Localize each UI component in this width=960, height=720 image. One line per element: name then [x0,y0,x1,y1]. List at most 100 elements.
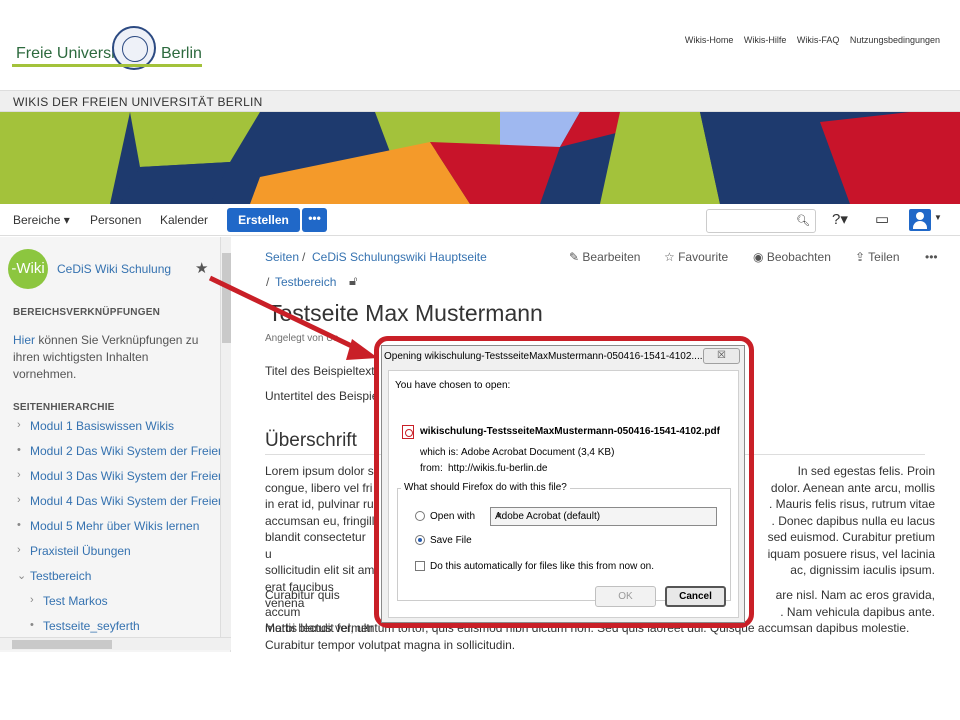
share-label: Teilen [868,250,900,264]
tree-item-testseite-seyferth[interactable]: • Testseite_seyferth [30,619,140,633]
breadcrumb-hauptseite[interactable]: CeDiS Schulungswiki Hauptseite [312,250,487,264]
expand-arrow-icon[interactable]: › [30,594,34,606]
action-question: What should Firefox do with this file? [401,482,570,493]
tree-item-modul-3[interactable]: › Modul 3 Das Wiki System der Freien [17,469,225,483]
unlock-icon[interactable]: 🔓︎ [349,273,357,289]
page-tree-heading: SEITENHIERARCHIE [13,402,115,413]
auto-action-checkbox[interactable] [415,561,425,571]
sidebar-scrollbar[interactable] [220,237,231,637]
tree-item-label: Modul 3 Das Wiki System der Freien [30,469,225,483]
pencil-icon: ✎ [569,250,583,264]
link-wikis-faq[interactable]: Wikis-FAQ [797,35,840,45]
inbox-icon[interactable]: ▭ [875,210,889,228]
link-wikis-hilfe[interactable]: Wikis-Hilfe [744,35,787,45]
link-wikis-home[interactable]: Wikis-Home [685,35,734,45]
open-with-label[interactable]: Open with [430,511,475,522]
space-links-heading: BEREICHSVERKNÜPFUNGEN [13,307,160,318]
site-header: Freie Universität Berlin Wikis-Home Wiki… [0,0,960,90]
edit-label: Bearbeiten [582,250,641,264]
share-icon: ⇪ [855,250,869,264]
breadcrumb-seiten[interactable]: Seiten [265,250,299,264]
section-heading: Überschrift [265,430,357,451]
main-navigation: Bereiche ▾ Personen Kalender Erstellen •… [0,204,960,236]
edit-button[interactable]: ✎ Bearbeiten [569,250,640,264]
scrollbar-thumb[interactable] [12,640,112,649]
watch-button[interactable]: ◉ Beobachten [753,250,831,264]
ok-button[interactable]: OK [595,586,656,607]
bullet-icon: • [17,444,21,456]
close-icon[interactable]: ☒ [703,348,740,364]
bullet-icon: • [30,619,34,631]
tree-item-label: Praxisteil Übungen [30,544,131,558]
expand-arrow-icon[interactable]: › [17,469,21,481]
tree-item-modul-1[interactable]: › Modul 1 Basiswissen Wikis [17,419,175,433]
sidebar-horizontal-scrollbar[interactable] [0,637,231,650]
tree-item-label: Test Markos [43,594,108,608]
save-file-label[interactable]: Save File [430,535,472,546]
dialog-body: You have chosen to open: wikischulung-Te… [388,370,739,618]
tree-item-test-markos[interactable]: › Test Markos [30,594,108,608]
auto-action-label[interactable]: Do this automatically for files like thi… [430,561,654,572]
banner-graphic [0,112,960,204]
dialog-title: Opening wikischulung-TestsseiteMaxMuster… [384,351,703,362]
tree-item-modul-2[interactable]: • Modul 2 Das Wiki System der Freien [17,444,225,458]
expand-arrow-icon[interactable]: › [17,494,21,506]
star-icon[interactable]: ★ [195,259,208,277]
share-button[interactable]: ⇪ Teilen [855,250,900,264]
tree-item-testbereich[interactable]: ⌄ Testbereich [17,569,91,583]
open-with-radio[interactable] [415,511,425,521]
cancel-button[interactable]: Cancel [665,586,726,607]
search-input[interactable]: 🔍︎ [706,209,816,233]
star-icon: ☆ [664,250,679,264]
space-name-link[interactable]: CeDiS Wiki Schulung [57,262,171,276]
help-icon[interactable]: ?▾ [832,210,848,228]
space-logo[interactable]: -Wiki [8,249,48,289]
logo-text-right: Berlin [161,45,202,62]
tree-item-praxisteil[interactable]: › Praxisteil Übungen [17,544,131,558]
breadcrumb-separator: / [266,275,270,289]
top-links: Wikis-Home Wikis-Hilfe Wikis-FAQ Nutzung… [677,35,940,45]
search-icon: 🔍︎ [796,215,810,227]
link-nutzungsbedingungen[interactable]: Nutzungsbedingungen [850,35,940,45]
tree-item-label: Testseite_seyferth [43,619,140,633]
tree-item-modul-4[interactable]: › Modul 4 Das Wiki System der Freien [17,494,225,508]
nav-people[interactable]: Personen [90,213,141,227]
create-button[interactable]: Erstellen [227,208,300,232]
collapse-arrow-icon[interactable]: ⌄ [17,569,26,582]
space-links-text: Hier können Sie Verknüpfungen zu ihren w… [13,332,203,383]
page-title: Testseite Max Mustermann [268,300,543,326]
breadcrumb-testbereich[interactable]: Testbereich [275,275,336,289]
expand-arrow-icon[interactable]: › [17,419,21,431]
save-file-radio[interactable] [415,535,425,545]
which-is-label: which is: [420,447,459,458]
from-label: from: [420,463,443,474]
tree-item-label: Modul 5 Mehr über Wikis lernen [30,519,200,533]
chevron-down-icon[interactable]: ▼ [934,213,942,222]
expand-arrow-icon[interactable]: › [17,544,21,556]
pdf-file-icon [402,425,414,439]
body-paragraph-2-right: are nisl. Nam ac eros gravida, . Nam veh… [775,588,935,619]
favourite-button[interactable]: ☆ Favourite [664,250,728,264]
page-byline: Angelegt von Us [265,333,339,344]
space-links-text-rest: können Sie Verknüpfungen zu ihren wichti… [13,333,199,381]
nav-calendar[interactable]: Kalender [160,213,208,227]
file-name: wikischulung-TestsseiteMaxMustermann-050… [420,426,720,437]
watch-label: Beobachten [766,250,831,264]
logo-underline [12,64,202,67]
tree-item-label: Modul 2 Das Wiki System der Freien [30,444,225,458]
nav-spaces-menu[interactable]: Bereiche ▾ [13,213,70,227]
tree-item-label: Modul 1 Basiswissen Wikis [30,419,175,433]
sidebar: -Wiki CeDiS Wiki Schulung ★ BEREICHSVERK… [0,237,231,652]
avatar[interactable] [909,209,931,231]
open-with-select[interactable]: Adobe Acrobat (default) ▼ [490,507,717,526]
chosen-to-open-label: You have chosen to open: [395,380,511,391]
scrollbar-thumb[interactable] [222,253,231,343]
bullet-icon: • [17,519,21,531]
banner-shapes [0,112,960,204]
from-value: http://wikis.fu-berlin.de [448,463,548,474]
create-more-button[interactable]: ••• [302,208,327,232]
file-type-value: Adobe Acrobat Document (3,4 KB) [461,447,615,458]
space-links-here-link[interactable]: Hier [13,333,35,347]
tree-item-modul-5[interactable]: • Modul 5 Mehr über Wikis lernen [17,519,200,533]
more-actions-button[interactable]: ••• [925,250,938,264]
